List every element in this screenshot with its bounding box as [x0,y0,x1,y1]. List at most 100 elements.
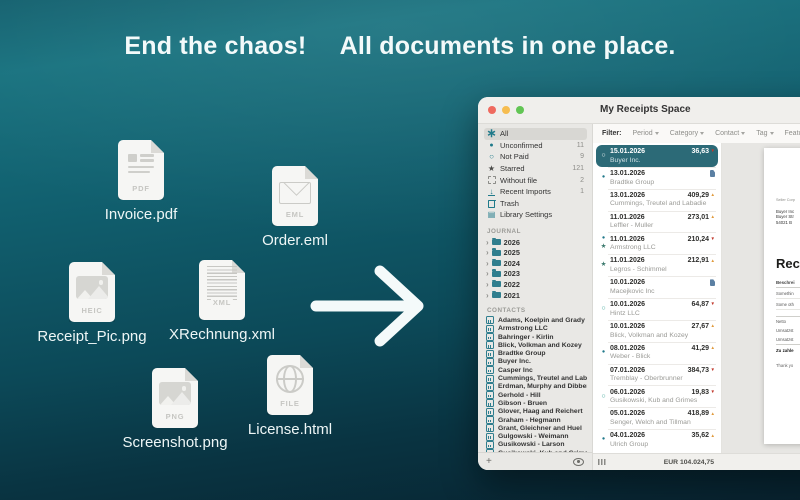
receipt-date: 07.01.2026 [610,367,645,374]
contact-name-label: Gulgowski - Weimann [498,433,569,440]
file-type-badge: FILE [267,399,313,408]
filter-dropdown-label: Tag [756,130,767,137]
sort-icon[interactable] [598,459,606,465]
receipt-date: 13.01.2026 [610,192,645,199]
filter-dropdown[interactable]: Contact [715,130,745,137]
chevron-right-icon[interactable] [486,291,489,300]
sidebar-item[interactable]: Starred 121 [484,163,587,175]
contact-name-label: Bahringer - Kirlin [498,334,554,341]
sidebar-contact-item[interactable]: Gulgowski - Weimann [484,432,587,440]
close-window-button[interactable] [488,106,496,114]
receipt-row[interactable]: 05.01.2026 418,89 Senger, Welch and Till… [596,407,718,429]
receipt-contact: Macejkovic Inc [610,288,715,295]
sidebar-item-icon [487,187,496,196]
sidebar-item[interactable]: Not Paid 9 [484,151,587,163]
status-bar: EUR 104.024,75 [593,453,800,470]
receipt-amount: 19,83 [692,389,710,396]
sidebar-item[interactable]: Recent Imports 1 [484,186,587,198]
sidebar-footer: + [478,452,592,470]
add-button[interactable]: + [486,457,492,467]
sidebar-contact-item[interactable]: Casper Inc [484,366,587,374]
headline: End the chaos! All documents in one plac… [0,32,800,61]
preview-vat-line: Umsatzst [776,335,800,344]
sidebar-item[interactable]: Trash [484,198,587,210]
window-titlebar[interactable]: My Receipts Space [478,97,800,124]
chevron-right-icon[interactable] [486,248,489,257]
chevron-right-icon[interactable] [486,280,489,289]
chevron-right-icon[interactable] [486,238,489,247]
receipt-row[interactable]: 10.01.2026 27,67 Blick, Volkman and Koze… [596,320,718,342]
document-preview[interactable]: Seller Corp Buyer Inc Buyer Str 54021 B … [764,148,800,444]
visibility-icon[interactable] [573,458,584,466]
chevron-right-icon[interactable] [486,269,489,278]
sidebar-item[interactable]: Library Settings [484,209,587,221]
sidebar-journal-year[interactable]: 2026 [484,237,587,248]
receipt-row[interactable]: 10.01.2026 64,87 Hintz LLC [596,298,718,320]
receipt-row[interactable]: 11.01.2026 210,24 Armstrong LLC [596,232,718,254]
file-type-badge: HEIC [69,306,115,315]
preview-amount-due-line: Zu zahle [776,344,800,355]
amount-marker-icon [711,390,715,395]
sidebar-journal-year[interactable]: 2025 [484,247,587,258]
sidebar-contact-item[interactable]: Erdman, Murphy and Dibbert [484,383,587,391]
company-icon [486,383,494,391]
receipt-row[interactable]: 11.01.2026 273,01 Leffler - Muller [596,211,718,233]
sidebar-contact-item[interactable]: Bradtke Group [484,350,587,358]
sidebar-scroll-area[interactable]: All Unconfirmed 11 Not Paid [478,124,592,452]
sidebar-item-count: 9 [580,153,584,160]
sidebar-contact-item[interactable]: Glover, Haag and Reichert [484,408,587,416]
sidebar-journal-year[interactable]: 2022 [484,279,587,290]
company-icon [486,441,494,449]
company-icon [486,341,494,349]
window-title: My Receipts Space [600,104,691,115]
sidebar-journal-year[interactable]: 2024 [484,258,587,269]
filter-dropdown[interactable]: Category [670,130,704,137]
zoom-window-button[interactable] [516,106,524,114]
filter-dropdown[interactable]: Period [632,130,658,137]
sidebar-contact-item[interactable]: Gibson - Bruen [484,399,587,407]
receipt-row[interactable]: 06.01.2026 19,83 Gusikowski, Kub and Gri… [596,385,718,407]
file-receipt-pic-png: HEIC Receipt_Pic.png [69,262,115,322]
sidebar-item[interactable]: All [484,128,587,140]
receipt-row[interactable]: 13.01.2026 Bradtke Group [596,167,718,189]
sidebar-contact-item[interactable]: Armstrong LLC [484,325,587,333]
document-icon: PNG [152,368,198,428]
sidebar-journal-year[interactable]: 2023 [484,269,587,280]
receipt-row[interactable]: 04.01.2026 35,62 Ulrich Group [596,429,718,451]
contact-name-label: Blick, Volkman and Kozey [498,342,582,349]
receipt-date: 06.01.2026 [610,389,645,396]
receipt-row[interactable]: 10.01.2026 Macejkovic Inc [596,276,718,298]
receipt-row[interactable]: 15.01.2026 36,63 Buyer Inc. [596,145,718,167]
receipt-list[interactable]: 15.01.2026 36,63 Buyer Inc. [593,143,722,453]
sidebar-contact-item[interactable]: Cummings, Treutel and Labadie [484,374,587,382]
row-status-icon [599,175,608,181]
receipt-row[interactable]: 13.01.2026 409,29 Cummings, Treutel and … [596,189,718,211]
sidebar-contact-item[interactable]: Gerhold - Hill [484,391,587,399]
receipt-date: 10.01.2026 [610,323,645,330]
contact-name-label: Graham - Hegmann [498,417,561,424]
folder-icon [492,260,501,266]
sidebar-contact-item[interactable]: Blick, Volkman and Kozey [484,341,587,349]
file-type-badge: PDF [118,184,164,193]
receipt-row[interactable]: 08.01.2026 41,29 Weber - Blick [596,342,718,364]
receipt-row[interactable]: 11.01.2026 212,91 Legros - Schimmel [596,254,718,276]
year-label: 2023 [504,269,520,278]
file-name-label: License.html [248,421,332,438]
sidebar-journal-year[interactable]: 2021 [484,290,587,301]
chevron-right-icon[interactable] [486,259,489,268]
sidebar-contact-item[interactable]: Bahringer - Kirlin [484,333,587,341]
company-icon [486,350,494,358]
receipt-row[interactable]: 07.01.2026 384,73 Tremblay - Oberbrunner [596,364,718,386]
year-label: 2025 [504,248,520,257]
sidebar-item[interactable]: Unconfirmed 11 [484,140,587,152]
filter-dropdown[interactable]: Tag [756,130,773,137]
content-area: Filter: Period Category Contact [593,124,800,470]
sidebar-contact-item[interactable]: Buyer Inc. [484,358,587,366]
sidebar-contact-item[interactable]: Adams, Koelpin and Grady [484,316,587,324]
minimize-window-button[interactable] [502,106,510,114]
filter-dropdown[interactable]: Features [785,130,800,137]
sidebar-item[interactable]: Without file 2 [484,174,587,186]
sidebar-contact-item[interactable]: Graham - Hegmann [484,416,587,424]
sidebar-contact-item[interactable]: Grant, Gleichner and Huel [484,424,587,432]
sidebar-contact-item[interactable]: Gusikowski - Larson [484,441,587,449]
